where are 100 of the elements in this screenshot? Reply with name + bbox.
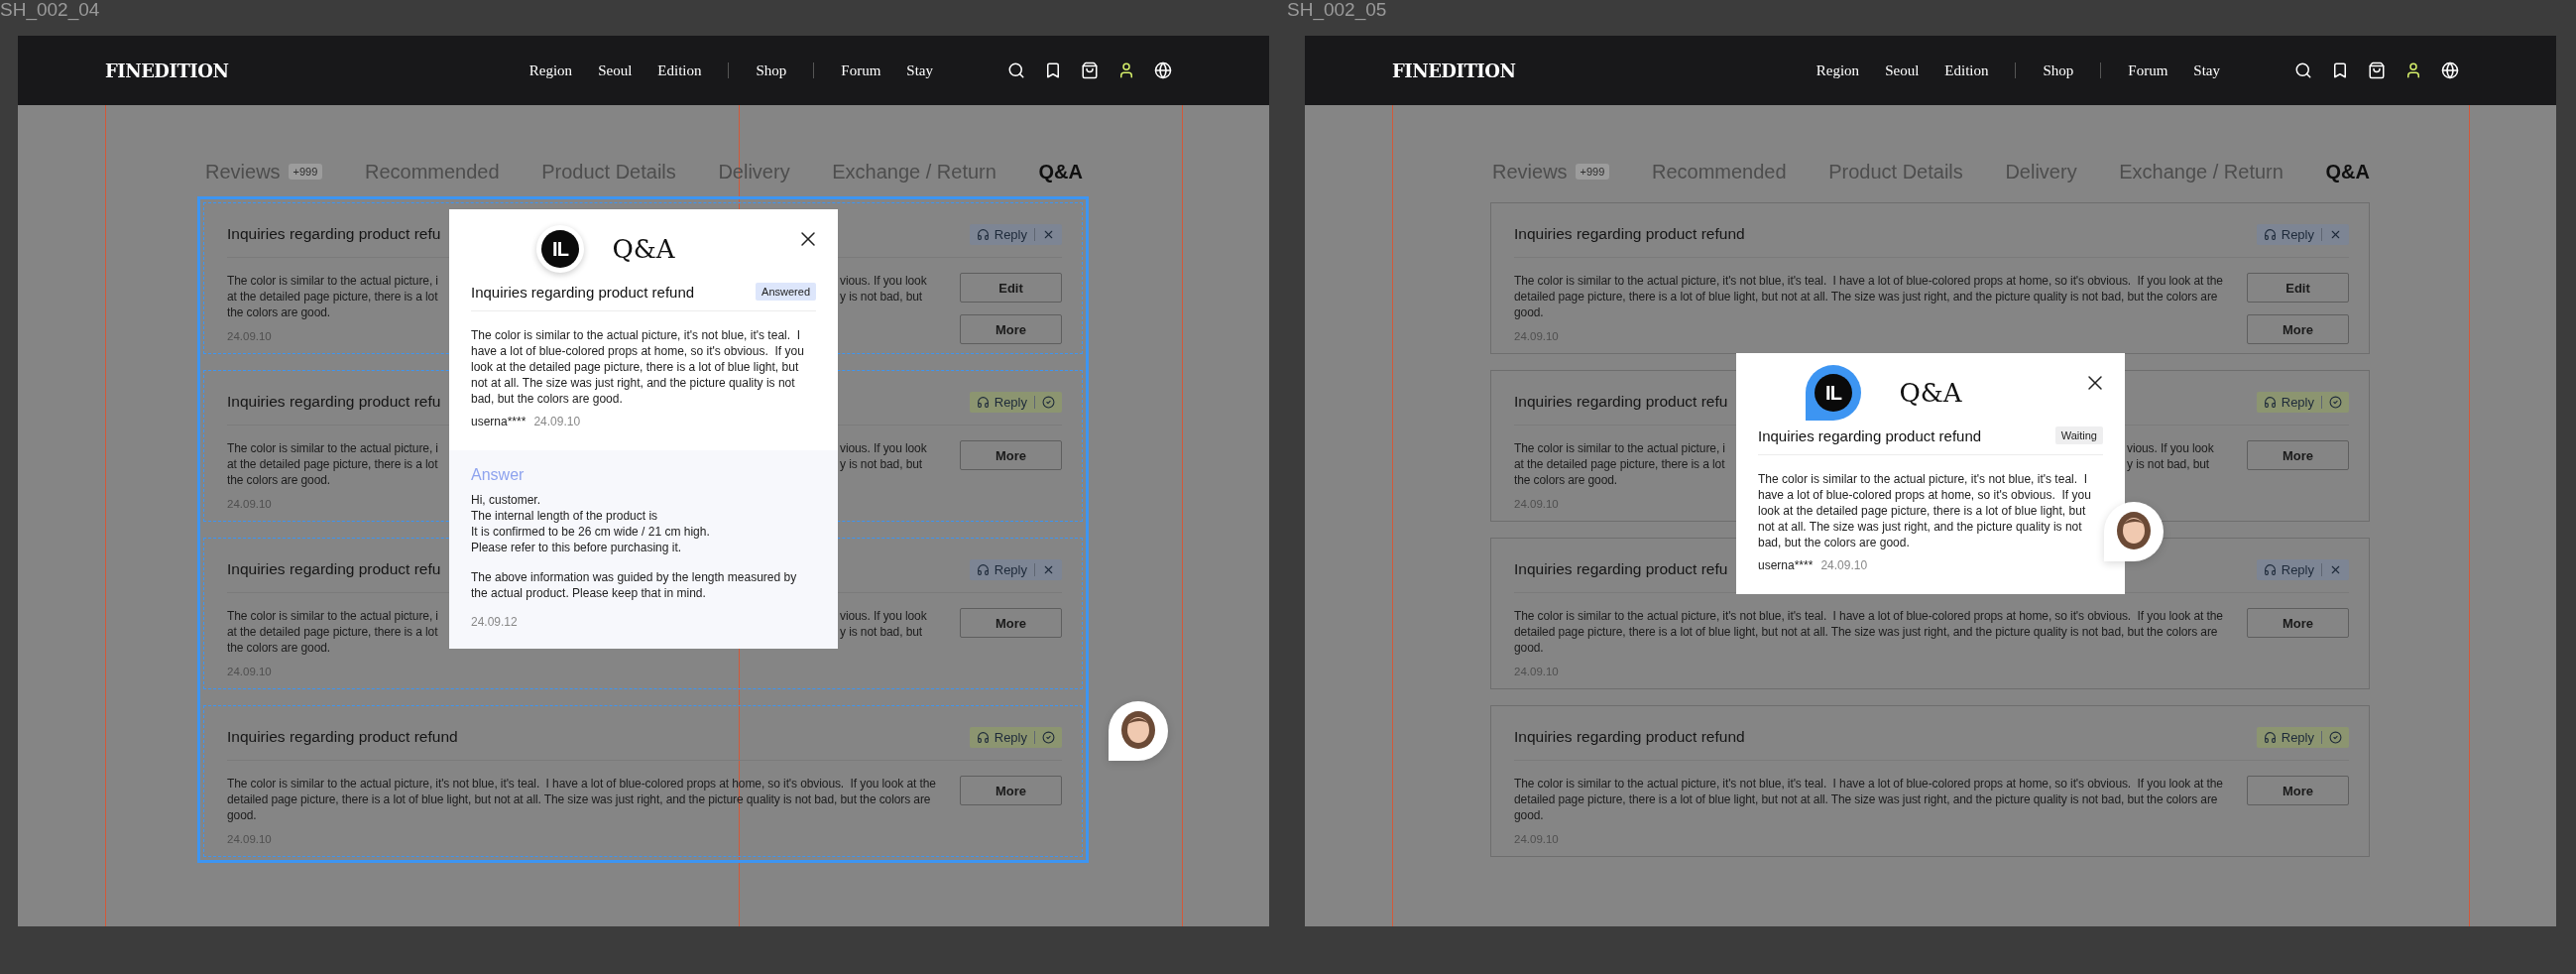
- comment-pin[interactable]: [2104, 502, 2164, 561]
- card-button[interactable]: More: [960, 608, 1062, 638]
- card-button[interactable]: More: [2247, 776, 2349, 805]
- question-title: Inquiries regarding product refund: [1758, 426, 1982, 444]
- nav-link[interactable]: Forum: [2128, 61, 2168, 79]
- frame-label: SH_002_05: [1287, 0, 1387, 20]
- nav-link[interactable]: Forum: [841, 61, 881, 79]
- comment-pin[interactable]: [1109, 701, 1168, 761]
- nav-link[interactable]: Seoul: [598, 61, 633, 79]
- inquiry-text: at the detailed page picture, there is a lot: [1514, 456, 1725, 472]
- inquiry-text: The color is similar to the actual picture, i: [1514, 440, 1725, 456]
- inquiry-text: the colors are good.: [227, 304, 331, 320]
- username: userna****: [1758, 558, 1814, 572]
- nav-link[interactable]: Stay: [906, 61, 933, 79]
- headphones-icon: [976, 395, 990, 409]
- tab[interactable]: Q&A: [1038, 160, 1083, 183]
- date: 24.09.12: [471, 615, 518, 629]
- card-button[interactable]: Edit: [2247, 273, 2349, 303]
- headphones-icon: [2263, 562, 2277, 576]
- reply-badge: Reply: [969, 223, 1062, 245]
- tab[interactable]: Q&A: [2325, 160, 2370, 183]
- reply-badge: Reply: [969, 726, 1062, 748]
- card-button[interactable]: Edit: [960, 273, 1062, 303]
- search-icon[interactable]: [1007, 61, 1025, 79]
- card-title: Inquiries regarding product refund: [1514, 225, 1745, 243]
- answer-text: The internal length of the product is: [471, 508, 659, 524]
- inquiry-text: at the detailed page picture, there is a lot: [227, 456, 438, 472]
- inquiry-text: y is not bad, but: [840, 289, 923, 304]
- headphones-icon: [976, 562, 990, 576]
- username: userna****: [471, 415, 527, 428]
- globe-icon[interactable]: [2441, 61, 2459, 79]
- person-icon: [1119, 710, 1157, 752]
- nav-link[interactable]: Edition: [657, 61, 702, 79]
- card-title: Inquiries regarding product refu: [1514, 393, 1728, 411]
- card-title: Inquiries regarding product refu: [227, 560, 441, 578]
- avatar-initials: IL: [1815, 374, 1852, 412]
- card-button[interactable]: More: [2247, 314, 2349, 344]
- globe-icon[interactable]: [1154, 61, 1172, 79]
- nav-link[interactable]: Shop: [2043, 61, 2074, 79]
- inquiry-text: vious. If you look: [840, 608, 927, 624]
- user-icon[interactable]: [1117, 61, 1135, 79]
- shopping-bag-icon[interactable]: [1081, 61, 1099, 79]
- card-button[interactable]: More: [960, 440, 1062, 470]
- logo[interactable]: FINEDITION: [1392, 60, 1516, 81]
- reply-badge: Reply: [969, 391, 1062, 413]
- headphones-icon: [976, 730, 990, 744]
- nav-link[interactable]: Seoul: [1885, 61, 1920, 79]
- reply-badge: Reply: [2256, 391, 2349, 413]
- card-title: Inquiries regarding product refu: [227, 225, 441, 243]
- answer-heading: Answer: [471, 466, 526, 484]
- status-badge: Waiting: [2054, 426, 2103, 444]
- bookmark-icon[interactable]: [1044, 61, 1062, 79]
- card-button[interactable]: More: [2247, 608, 2349, 638]
- headphones-icon: [976, 227, 990, 241]
- check-icon: [2329, 395, 2342, 409]
- inquiry-text: y is not bad, but: [840, 624, 923, 640]
- inquiry-text: y is not bad, but: [2127, 456, 2210, 472]
- dialog-title: Q&A: [1899, 378, 1962, 408]
- card-title: Inquiries regarding product refund: [1514, 728, 1745, 746]
- reply-badge: Reply: [969, 558, 1062, 580]
- person-icon: [2115, 511, 2153, 552]
- question-text: The color is similar to the actual picture, it's not blue, it's teal. I have a lot of blue-colored props at home, so it's obvious. If you look at the detailed page picture, there is a lot of blue light, but not at all. The size was just right, and the picture quality is not bad, but the colors are good.: [471, 327, 805, 407]
- inquiry-text: at the detailed page picture, there is a lot: [227, 624, 438, 640]
- question-title: Inquiries regarding product refund: [471, 283, 695, 301]
- shopping-bag-icon[interactable]: [2368, 61, 2386, 79]
- nav-link[interactable]: Shop: [756, 61, 787, 79]
- nav-link[interactable]: Region: [1815, 61, 1860, 79]
- nav-link[interactable]: Region: [528, 61, 573, 79]
- check-icon: [2329, 730, 2342, 744]
- headphones-icon: [2263, 395, 2277, 409]
- tab[interactable]: Reviews +999: [205, 160, 323, 183]
- dialog-title: Q&A: [612, 234, 675, 264]
- nav-link[interactable]: Stay: [2193, 61, 2220, 79]
- tab[interactable]: Reviews +999: [1492, 160, 1610, 183]
- inquiry-text: The color is similar to the actual picture, i: [227, 608, 438, 624]
- headphones-icon: [2263, 227, 2277, 241]
- inquiry-text: The color is similar to the actual picture, i: [227, 273, 438, 289]
- question-text: The color is similar to the actual picture, it's not blue, it's teal. I have a lot of blue-colored props at home, so it's obvious. If you look at the detailed page picture, there is a lot of blue light, but not at all. The size was just right, and the picture quality is not bad, but the colors are good.: [1758, 471, 2092, 550]
- user-icon[interactable]: [2404, 61, 2422, 79]
- card-title: Inquiries regarding product refu: [1514, 560, 1728, 578]
- logo[interactable]: FINEDITION: [105, 60, 229, 81]
- inquiry-text: vious. If you look: [840, 273, 927, 289]
- inquiry-text: The color is similar to the actual picture, it's not blue, it's teal. I have a lot of blue-colored props at home, so it's obvious. If you look at the detailed page picture, there is a lot of blue light, but not at all. The size was just right, and the picture quality is not bad, but the colors are good.: [1514, 608, 2224, 656]
- card-button[interactable]: More: [2247, 440, 2349, 470]
- inquiry-text: The color is similar to the actual picture, it's not blue, it's teal. I have a lot of blue-colored props at home, so it's obvious. If you look at the detailed page picture, there is a lot of blue light, but not at all. The size was just right, and the picture quality is not bad, but the colors are good.: [1514, 273, 2224, 320]
- inquiry-text: vious. If you look: [2127, 440, 2214, 456]
- frame-label: SH_002_04: [0, 0, 100, 20]
- count-badge: +999: [288, 164, 323, 180]
- inquiry-text: the colors are good.: [227, 472, 331, 488]
- bookmark-icon[interactable]: [2331, 61, 2349, 79]
- answer-text: Hi, customer.: [471, 492, 542, 508]
- card-button[interactable]: More: [960, 776, 1062, 805]
- card-button[interactable]: More: [960, 314, 1062, 344]
- headphones-icon: [2263, 730, 2277, 744]
- search-icon[interactable]: [2294, 61, 2312, 79]
- check-icon: [1042, 395, 1055, 409]
- reply-badge: Reply: [2256, 558, 2349, 580]
- card-title: Inquiries regarding product refu: [227, 393, 441, 411]
- check-icon: [1042, 730, 1055, 744]
- nav-link[interactable]: Edition: [1944, 61, 1989, 79]
